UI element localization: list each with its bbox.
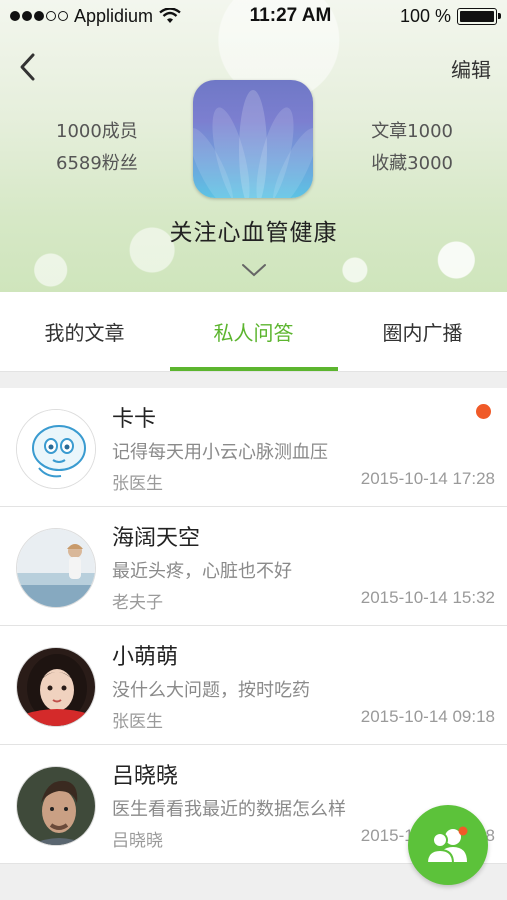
tab-circle-broadcast[interactable]: 圈内广播 (338, 292, 507, 371)
contact-name: 海阔天空 (112, 526, 201, 551)
battery-icon (456, 7, 501, 25)
contact-name: 小萌萌 (112, 645, 179, 670)
group-header: Applidium 11:27 AM 100 % 编辑 1000成员 6589粉… (0, 0, 507, 292)
avatar (16, 766, 96, 846)
message-author: 老夫子 (112, 593, 163, 613)
member-count: 1000成员 (56, 121, 138, 142)
battery-percent: 100 % (399, 5, 451, 26)
contacts-fab-button[interactable] (408, 805, 488, 885)
avatar (16, 647, 96, 727)
petal-logo-image (193, 90, 313, 198)
chevron-left-icon (20, 53, 35, 81)
avatar (16, 528, 96, 608)
list-item[interactable]: 卡卡 记得每天用小云心脉测血压 张医生 2015-10-14 17:28 (0, 388, 507, 507)
message-author: 吕晓晓 (112, 831, 163, 851)
carrier-name: Applidium (74, 5, 154, 26)
message-preview: 没什么大问题，按时吃药 (112, 680, 310, 701)
tab-my-articles[interactable]: 我的文章 (0, 292, 169, 371)
contact-name: 吕晓晓 (112, 764, 179, 789)
follower-count: 6589粉丝 (56, 153, 138, 174)
article-count: 文章1000 (371, 121, 453, 142)
status-time: 11:27 AM (249, 5, 332, 26)
list-item[interactable]: 海阔天空 最近头疼，心脏也不好 老夫子 2015-10-14 15:32 (0, 507, 507, 626)
list-item[interactable]: 小萌萌 没什么大问题，按时吃药 张医生 2015-10-14 09:18 (0, 626, 507, 745)
message-time: 2015-10-14 17:28 (360, 469, 495, 488)
avatar (16, 409, 96, 489)
conversation-list: 卡卡 记得每天用小云心脉测血压 张医生 2015-10-14 17:28 海阔天… (0, 388, 507, 864)
tab-private-qa[interactable]: 私人问答 (169, 292, 338, 371)
edit-button[interactable]: 编辑 (451, 54, 491, 83)
back-button[interactable] (12, 50, 42, 84)
favorite-count: 收藏3000 (371, 153, 453, 174)
group-name: 关注心血管健康 (169, 220, 338, 246)
message-time: 2015-10-14 09:18 (360, 707, 495, 726)
message-time: 2015-10-14 15:32 (360, 588, 495, 607)
chevron-down-icon (242, 264, 266, 277)
message-author: 张医生 (112, 712, 163, 732)
group-stats-right: 文章1000 收藏3000 (371, 116, 453, 180)
contacts-icon (425, 826, 468, 864)
group-stats-left: 1000成员 6589粉丝 (56, 116, 138, 180)
wifi-icon (159, 8, 181, 23)
unread-indicator (476, 404, 491, 419)
tab-bar: 我的文章 私人问答 圈内广播 (0, 292, 507, 372)
message-preview: 医生看看我最近的数据怎么样 (112, 799, 346, 820)
message-author: 张医生 (112, 474, 163, 494)
message-preview: 最近头疼，心脏也不好 (112, 561, 292, 582)
expand-header-button[interactable] (241, 262, 267, 278)
status-bar: Applidium 11:27 AM 100 % (0, 0, 507, 32)
message-preview: 记得每天用小云心脉测血压 (112, 442, 328, 463)
signal-strength-icon (10, 11, 68, 21)
contact-name: 卡卡 (112, 407, 157, 432)
group-logo (193, 80, 313, 198)
